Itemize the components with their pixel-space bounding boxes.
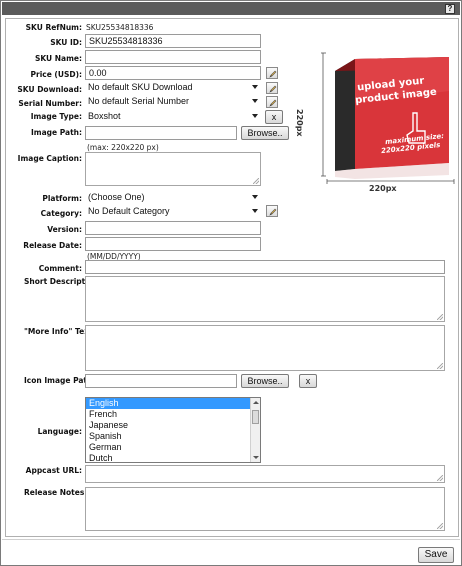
height-dimension-label: 220px (295, 109, 304, 137)
short-description-textarea[interactable] (85, 276, 445, 322)
language-listbox[interactable]: English French Japanese Spanish German D… (85, 397, 261, 463)
scroll-thumb[interactable] (252, 410, 259, 424)
category-edit-icon[interactable] (266, 205, 278, 217)
sku-download-select[interactable]: No default SKU Download (85, 81, 261, 94)
resize-grip-icon[interactable] (437, 363, 443, 369)
comment-input[interactable] (85, 260, 445, 274)
title-bar: ? (2, 2, 460, 15)
appcast-url-textarea[interactable] (85, 465, 445, 483)
language-scrollbar[interactable] (250, 398, 260, 462)
sku-refnum-label: SKU RefNum: (25, 23, 82, 32)
language-label: Language: (37, 427, 82, 436)
resize-grip-icon[interactable] (253, 178, 259, 184)
release-notes-textarea[interactable] (85, 487, 445, 531)
sku-download-value: No default SKU Download (88, 82, 193, 92)
price-input[interactable]: 0.00 (85, 66, 261, 80)
resize-grip-icon[interactable] (437, 523, 443, 529)
image-type-value: Boxshot (88, 111, 121, 121)
icon-image-path-input[interactable] (85, 374, 237, 388)
form-panel: SKU RefNum: SKU25534818336 SKU ID: SKU25… (5, 18, 459, 537)
sku-refnum-value: SKU25534818336 (86, 23, 154, 32)
language-option[interactable]: French (86, 409, 260, 420)
image-type-select[interactable]: Boxshot (85, 110, 261, 123)
version-input[interactable] (85, 221, 261, 235)
language-option[interactable]: Dutch (86, 453, 260, 462)
image-browse-button[interactable]: Browse.. (241, 126, 289, 140)
sku-download-edit-icon[interactable] (266, 82, 278, 94)
resize-grip-icon[interactable] (437, 475, 443, 481)
language-option[interactable]: English (86, 398, 260, 409)
image-size-hint: (max: 220x220 px) (87, 143, 159, 152)
help-icon[interactable]: ? (445, 4, 455, 14)
platform-select[interactable]: (Choose One) (85, 191, 261, 204)
icon-browse-button[interactable]: Browse.. (241, 374, 289, 388)
chevron-down-icon (252, 99, 258, 103)
chevron-down-icon (252, 85, 258, 89)
scroll-down-icon[interactable] (253, 456, 259, 459)
clear-icon-image-button[interactable]: x (299, 374, 317, 388)
image-caption-textarea[interactable] (85, 152, 261, 186)
version-label: Version: (47, 225, 82, 234)
price-label: Price (USD): (30, 70, 82, 79)
sku-editor-window: ? SKU RefNum: SKU25534818336 SKU ID: SKU… (0, 0, 462, 566)
image-path-input[interactable] (85, 126, 237, 140)
category-select[interactable]: No Default Category (85, 205, 261, 218)
release-date-label: Release Date: (23, 241, 82, 250)
width-dimension-label: 220px (369, 184, 397, 193)
sku-id-label: SKU ID: (50, 38, 82, 47)
category-value: No Default Category (88, 206, 170, 216)
more-info-textarea[interactable] (85, 325, 445, 371)
sku-id-input[interactable]: SKU25534818336 (85, 34, 261, 48)
serial-number-edit-icon[interactable] (266, 96, 278, 108)
image-path-label: Image Path: (30, 128, 82, 137)
resize-grip-icon[interactable] (437, 314, 443, 320)
chevron-down-icon (252, 209, 258, 213)
serial-number-select[interactable]: No default Serial Number (85, 95, 261, 108)
chevron-down-icon (252, 114, 258, 118)
sku-name-input[interactable] (85, 50, 261, 64)
image-type-label: Image Type: (30, 112, 82, 121)
platform-value: (Choose One) (88, 192, 145, 202)
footer-divider (2, 539, 460, 540)
save-button[interactable]: Save (418, 547, 454, 563)
language-option[interactable]: Japanese (86, 420, 260, 431)
product-image-placeholder[interactable]: upload your product image maximum size: … (321, 51, 456, 193)
serial-number-value: No default Serial Number (88, 96, 190, 106)
sku-download-label: SKU Download: (17, 85, 82, 94)
product-box-graphic (321, 52, 455, 184)
comment-label: Comment: (38, 264, 82, 273)
sku-name-label: SKU Name: (34, 54, 82, 63)
clear-image-type-button[interactable]: x (265, 110, 283, 124)
language-option[interactable]: German (86, 442, 260, 453)
appcast-url-label: Appcast URL: (25, 466, 82, 475)
serial-number-label: Serial Number: (18, 99, 82, 108)
price-edit-icon[interactable] (266, 67, 278, 79)
language-option[interactable]: Spanish (86, 431, 260, 442)
image-caption-label: Image Caption: (17, 154, 82, 163)
scroll-up-icon[interactable] (253, 401, 259, 404)
chevron-down-icon (252, 195, 258, 199)
platform-label: Platform: (42, 194, 82, 203)
release-date-input[interactable] (85, 237, 261, 251)
category-label: Category: (40, 209, 82, 218)
